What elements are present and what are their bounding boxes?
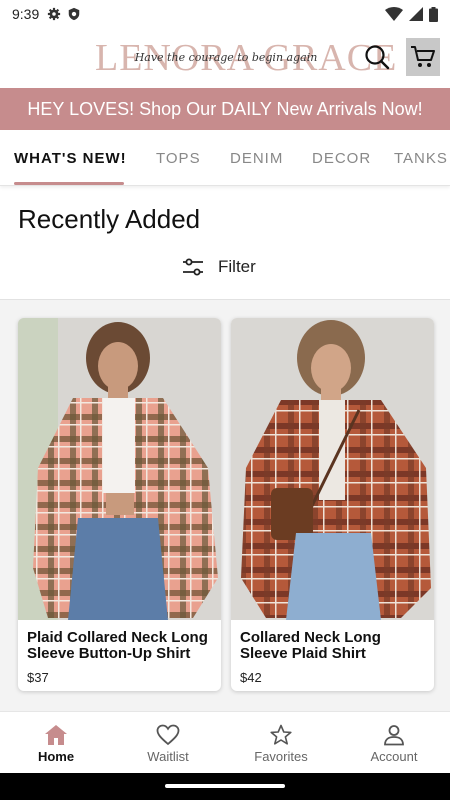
logo-tagline: Have the courage to begin again [134,51,318,64]
active-tab-indicator [14,182,124,185]
app-header: LENORA GRACE Have the courage to begin a… [0,28,450,88]
product-name: Collared Neck Long Sleeve Plaid Shirt [240,629,381,662]
product-name: Plaid Collared Neck Long Sleeve Button-U… [27,629,208,662]
signal-icon [409,7,423,21]
nav-favorites-label: Favorites [254,749,308,764]
nav-waitlist-label: Waitlist [147,749,189,764]
category-tabs: WHAT'S NEW! TOPS DENIM DECOR TANKS [0,130,450,186]
tab-whats-new[interactable]: WHAT'S NEW! [14,150,127,167]
nav-waitlist[interactable]: Waitlist [112,712,224,774]
product-grid: Plaid Collared Neck Long Sleeve Button-U… [0,299,450,711]
product-price: $42 [240,670,262,685]
brand-logo[interactable]: LENORA GRACE Have the courage to begin a… [95,36,396,80]
product-image [18,318,221,620]
nav-account-label: Account [370,749,418,764]
sliders-icon [183,258,203,276]
home-gesture-handle[interactable] [165,784,285,788]
search-icon [365,45,390,70]
section-title: Recently Added [18,204,201,234]
search-button[interactable] [362,42,392,72]
nav-favorites[interactable]: Favorites [225,712,337,774]
cart-button[interactable] [406,38,440,76]
system-gesture-bar [0,773,450,800]
wifi-icon [385,7,403,21]
heart-icon [156,724,180,746]
product-image [231,318,434,620]
settings-gear-icon [48,7,61,21]
bottom-nav: Home Waitlist Favorites Account [0,711,450,773]
product-price: $37 [27,670,49,685]
status-time: 9:39 [12,6,40,22]
tab-tanks[interactable]: TANKS [394,150,448,167]
shield-icon [69,7,80,21]
filter-button[interactable]: Filter [182,254,256,280]
product-card[interactable]: Collared Neck Long Sleeve Plaid Shirt $4… [231,318,434,691]
promo-banner[interactable]: HEY LOVES! Shop Our DAILY New Arrivals N… [0,88,450,130]
cart-icon [411,46,435,67]
nav-home-label: Home [37,749,75,764]
nav-account[interactable]: Account [338,712,450,774]
tab-denim[interactable]: DENIM [230,150,283,167]
tab-decor[interactable]: DECOR [312,150,371,167]
star-icon [270,724,292,745]
nav-home[interactable]: Home [0,712,112,774]
account-icon [384,725,404,746]
status-bar: 9:39 [0,0,450,28]
tab-tops[interactable]: TOPS [156,150,201,167]
battery-icon [429,6,438,22]
home-icon [45,725,67,745]
product-card[interactable]: Plaid Collared Neck Long Sleeve Button-U… [18,318,221,691]
filter-label: Filter [218,257,256,276]
